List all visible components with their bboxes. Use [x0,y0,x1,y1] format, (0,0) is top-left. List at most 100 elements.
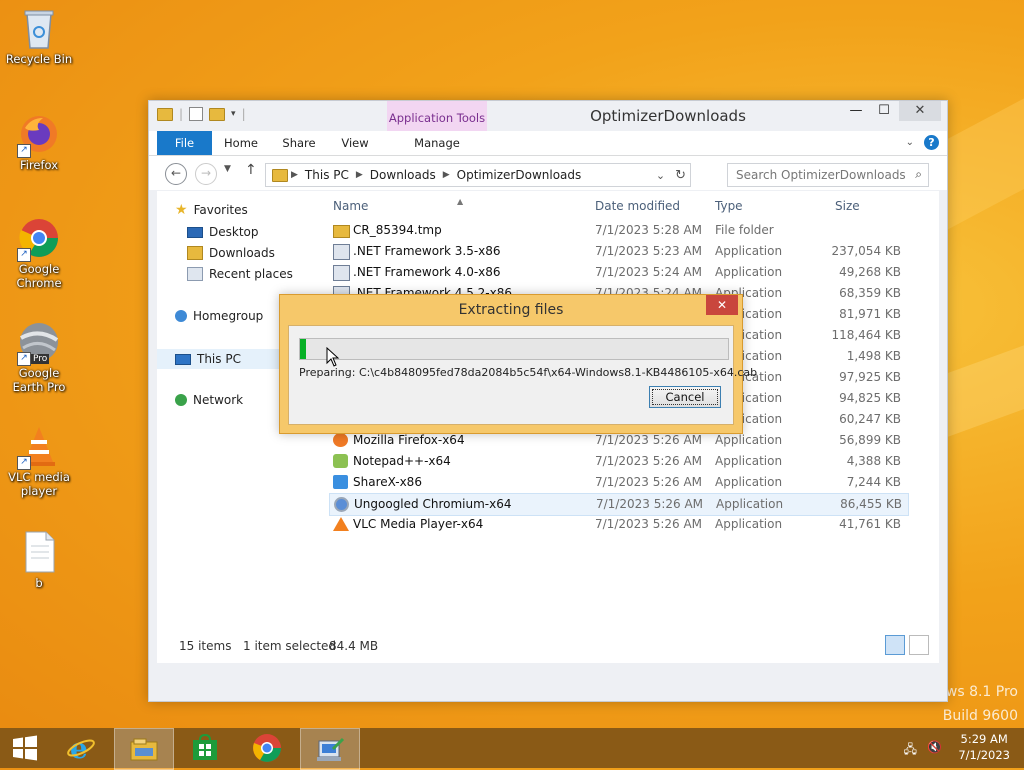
address-dropdown-icon[interactable]: ⌄ [656,169,665,182]
forward-button[interactable]: → [195,163,217,185]
windows-edition-watermark: ows 8.1 Pro [937,684,1018,700]
file-date: 7/1/2023 5:26 AM [596,497,704,511]
search-icon: ⌕ [915,167,922,181]
tab-share[interactable]: Share [275,131,323,155]
nav-network[interactable]: Network [175,393,243,407]
column-header-date[interactable]: Date modified [595,199,680,213]
file-date: 7/1/2023 5:28 AM [595,223,703,237]
file-name: Ungoogled Chromium-x64 [354,497,512,511]
file-row[interactable]: CR_85394.tmp 7/1/2023 5:28 AM File folder [329,220,909,241]
nav-label: Recent places [209,267,293,281]
breadcrumb-this-pc[interactable]: This PC [305,168,349,182]
file-row[interactable]: Notepad++-x64 7/1/2023 5:26 AM Application… [329,451,909,472]
breadcrumb-chevron-icon[interactable]: ▶ [443,170,450,180]
nav-label: Downloads [209,246,275,260]
nav-favorites[interactable]: ★ Favorites [175,203,248,217]
desktop-icon-chrome[interactable]: ↗ Google Chrome [2,216,76,290]
file-date: 7/1/2023 5:26 AM [595,433,703,447]
clock[interactable]: 5:29 AM 7/1/2023 [958,731,1010,763]
volume-muted-icon[interactable]: 🔇 [927,740,942,761]
file-size: 4,388 KB [846,454,901,468]
system-tray: 🖧 🔇 [904,740,942,761]
file-size: 41,761 KB [839,517,901,531]
nav-desktop[interactable]: Desktop [187,225,259,239]
column-header-name[interactable]: Name ▲ [333,197,463,213]
nav-label: Homegroup [193,309,264,323]
file-explorer-icon [130,738,158,761]
mouse-cursor-icon [326,347,340,367]
maximize-button[interactable]: ☐ [869,101,899,121]
desktop-icon-vlc[interactable]: ↗ VLC media player [2,424,76,498]
dialog-close-button[interactable]: ✕ [706,295,738,315]
search-box[interactable]: Search OptimizerDownloads ⌕ [727,163,929,187]
internet-explorer-icon: e [67,733,95,763]
vlc-icon [333,517,349,531]
close-button[interactable]: ✕ [899,101,941,121]
taskbar-installer[interactable] [300,728,360,770]
firefox-icon: ↗ [17,112,61,158]
desktop-icon-recycle-bin[interactable]: Recycle Bin [2,6,76,66]
cancel-button[interactable]: Cancel [649,386,721,408]
nav-recent-places[interactable]: Recent places [187,267,293,281]
window-title: OptimizerDownloads [590,107,746,125]
file-row[interactable]: Ungoogled Chromium-x64 7/1/2023 5:26 AM Ap… [329,493,909,516]
breadcrumb-chevron-icon[interactable]: ▶ [291,170,298,180]
refresh-icon[interactable]: ↻ [675,168,686,183]
recent-locations-icon[interactable]: ▼ [224,164,231,174]
taskbar-file-explorer[interactable] [114,728,174,770]
ribbon-tabs: File Home Share View Manage ⌄ ? [149,131,947,156]
nav-homegroup[interactable]: Homegroup [175,309,263,323]
extracting-files-dialog: Extracting files ✕ Preparing: C:\c4b8480… [279,294,757,434]
large-icons-view-button[interactable] [909,635,929,655]
file-name: .NET Framework 4.0-x86 [353,265,501,279]
taskbar-internet-explorer[interactable]: e [52,728,110,768]
desktop-icon-google-earth-pro[interactable]: ↗ Pro Google Earth Pro [2,320,76,394]
desktop-icon-firefox[interactable]: ↗ Firefox [2,112,76,172]
help-icon[interactable]: ? [924,135,939,150]
back-button[interactable]: ← [165,163,187,185]
desktop-icon-label: Google Earth Pro [12,366,66,394]
shortcut-arrow-icon: ↗ [17,352,31,366]
expand-ribbon-icon[interactable]: ⌄ [906,137,914,148]
chromium-icon [334,497,349,512]
desktop-icon-text-file[interactable]: b [2,530,76,590]
file-row[interactable]: .NET Framework 4.0-x86 7/1/2023 5:24 AM Ap… [329,262,909,283]
file-type: Application [715,433,783,447]
file-size: 49,268 KB [839,265,901,279]
file-row[interactable]: ShareX-x86 7/1/2023 5:26 AM Application 7,2… [329,472,909,493]
up-button[interactable]: ↑ [245,162,257,178]
desktop-icon-label: Google Chrome [16,262,62,290]
tab-home[interactable]: Home [219,131,263,155]
file-size: 56,899 KB [839,433,901,447]
address-bar[interactable]: ▶ This PC ▶ Downloads ▶ OptimizerDownloa… [265,163,691,187]
store-icon [193,734,217,760]
column-header-size[interactable]: Size [835,199,860,213]
taskbar-chrome[interactable] [238,728,296,768]
desktop-icon-label: VLC media player [8,470,70,498]
tab-manage[interactable]: Manage [387,131,487,155]
file-type: Application [715,265,783,279]
start-button[interactable] [0,728,50,768]
breadcrumb-optimizerdownloads[interactable]: OptimizerDownloads [457,168,582,182]
file-row[interactable]: .NET Framework 3.5-x86 7/1/2023 5:23 AM Ap… [329,241,909,262]
column-header-type[interactable]: Type [715,199,743,213]
folder-icon [272,168,288,182]
title-bar[interactable]: | ▾ | Application Tools OptimizerDownloa… [149,101,947,131]
taskbar-store[interactable] [176,728,234,768]
file-type: Application [716,497,784,511]
folder-icon [333,225,350,238]
file-date: 7/1/2023 5:26 AM [595,517,703,531]
computer-icon [175,353,191,365]
file-date: 7/1/2023 5:26 AM [595,475,703,489]
nav-downloads[interactable]: Downloads [187,246,275,260]
details-view-button[interactable] [885,635,905,655]
tab-view[interactable]: View [335,131,375,155]
file-row[interactable]: VLC Media Player-x64 7/1/2023 5:26 AM Appl… [329,514,909,535]
file-date: 7/1/2023 5:23 AM [595,244,703,258]
minimize-button[interactable]: — [841,101,871,121]
network-status-icon[interactable]: 🖧 [904,740,917,761]
breadcrumb-downloads[interactable]: Downloads [370,168,436,182]
file-type: Application [715,517,783,531]
breadcrumb-chevron-icon[interactable]: ▶ [356,170,363,180]
tab-file[interactable]: File [157,131,212,155]
